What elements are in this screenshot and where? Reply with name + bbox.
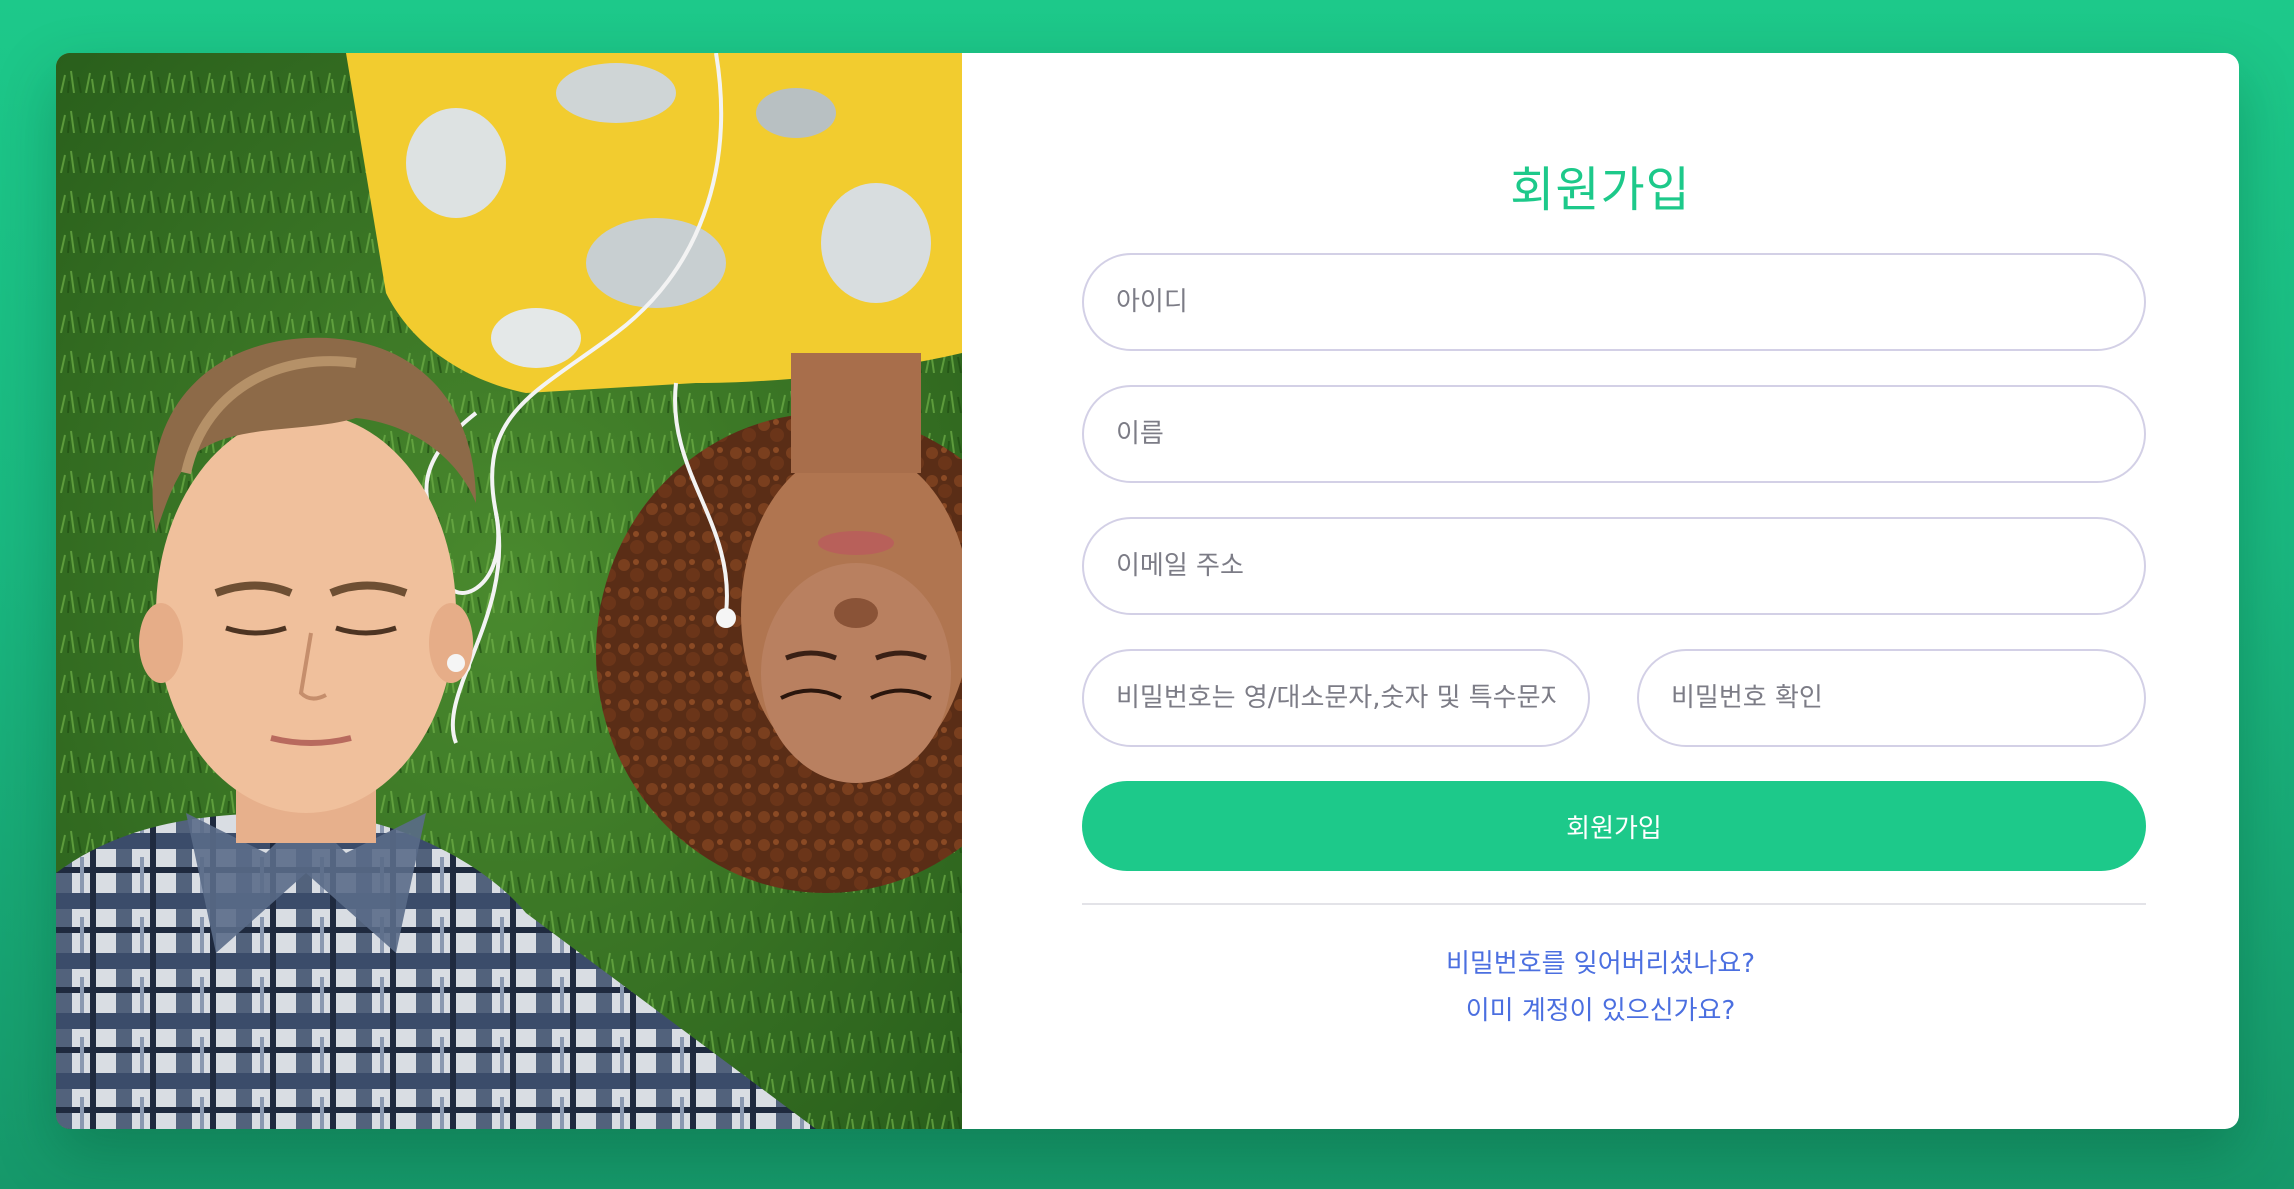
password-input[interactable] [1082,649,1590,747]
signup-button[interactable]: 회원가입 [1082,781,2146,871]
signup-card: 회원가입 회원가입 비밀번호를 잊어버리셨나요? 이미 계정이 있으신가요? [56,53,2239,1129]
email-input[interactable] [1082,517,2146,615]
username-input[interactable] [1082,253,2146,351]
password-confirm-input[interactable] [1637,649,2146,747]
page-title: 회원가입 [1510,162,1691,218]
name-input[interactable] [1082,385,2146,483]
hero-photo [56,53,962,1129]
signup-form-panel: 회원가입 회원가입 비밀번호를 잊어버리셨나요? 이미 계정이 있으신가요? [962,53,2239,1129]
forgot-password-link[interactable]: 비밀번호를 잊어버리셨나요? [962,943,2239,980]
existing-account-link[interactable]: 이미 계정이 있으신가요? [962,990,2239,1027]
divider [1082,903,2146,905]
